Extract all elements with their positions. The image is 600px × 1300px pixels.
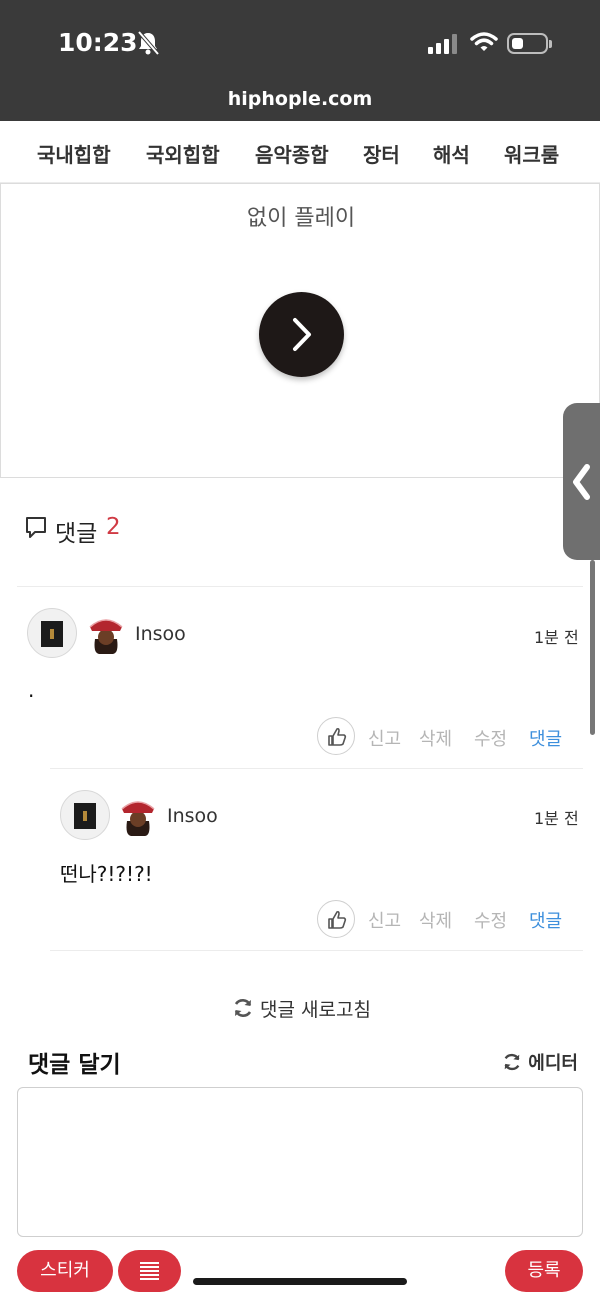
edit-link[interactable]: 수정 — [474, 907, 507, 933]
comment-time: 1분 전 — [534, 809, 579, 828]
chevron-left-icon — [573, 464, 590, 500]
divider — [50, 768, 583, 769]
sticker-button[interactable]: 스티커 — [17, 1250, 113, 1292]
editor-toggle-button[interactable]: 에디터 — [502, 1049, 578, 1075]
comments-count: 2 — [106, 514, 121, 540]
cellular-signal-icon — [428, 34, 457, 54]
reply-link[interactable]: 댓글 — [529, 907, 562, 933]
editor-label: 에디터 — [528, 1053, 578, 1074]
menu-lines-icon — [140, 1262, 159, 1280]
thumbs-up-icon — [328, 910, 347, 929]
like-button[interactable] — [317, 900, 355, 938]
user-badge-icon — [89, 619, 123, 654]
chevron-right-icon — [293, 318, 311, 351]
list-menu-button[interactable] — [118, 1250, 181, 1292]
submit-button[interactable]: 등록 — [505, 1250, 583, 1292]
nav-item-domestic-hiphop[interactable]: 국내힙합 — [37, 139, 111, 168]
battery-icon — [507, 33, 552, 54]
home-indicator[interactable] — [193, 1278, 407, 1285]
nav-item-foreign-hiphop[interactable]: 국외힙합 — [146, 139, 220, 168]
user-badge-icon — [121, 801, 155, 836]
wifi-icon — [470, 32, 498, 51]
refresh-icon — [504, 1053, 520, 1071]
comment-time: 1분 전 — [534, 628, 579, 647]
comment-bubble-icon — [26, 517, 46, 538]
avatar[interactable] — [27, 608, 77, 658]
side-drawer-tab[interactable] — [563, 403, 600, 560]
divider — [17, 586, 583, 587]
comment-username[interactable]: Insoo — [167, 805, 218, 827]
report-link[interactable]: 신고 — [368, 907, 401, 933]
comment-text: . — [28, 678, 35, 702]
delete-link[interactable]: 삭제 — [419, 725, 452, 751]
main-nav: 국내힙합 국외힙합 음악종합 장터 해석 워크룸 — [0, 121, 600, 183]
thumbs-up-icon — [328, 727, 347, 746]
browser-top-bar: 10:23 hiphople.com — [0, 0, 600, 121]
comment-username[interactable]: Insoo — [135, 623, 186, 645]
refresh-comments-button[interactable]: 댓글 새로고침 — [232, 995, 371, 1022]
nav-item-translation[interactable]: 해석 — [433, 139, 470, 168]
address-bar-url[interactable]: hiphople.com — [0, 88, 600, 110]
scrollbar[interactable] — [590, 560, 595, 735]
divider — [50, 950, 583, 951]
nav-item-market[interactable]: 장터 — [363, 139, 400, 168]
next-play-button[interactable] — [259, 292, 344, 377]
avatar[interactable] — [60, 790, 110, 840]
write-comment-heading: 댓글 달기 — [28, 1052, 121, 1078]
comments-heading: 댓글 — [55, 521, 98, 547]
like-button[interactable] — [317, 717, 355, 755]
edit-link[interactable]: 수정 — [474, 725, 507, 751]
nav-item-workroom[interactable]: 워크룸 — [504, 139, 559, 168]
nav-item-music-general[interactable]: 음악종합 — [255, 139, 329, 168]
silent-bell-icon — [137, 30, 160, 56]
comment-text: 떤나?!?!?! — [60, 862, 153, 886]
comment-textarea[interactable] — [17, 1087, 583, 1237]
embedded-player: 없이 플레이 — [0, 183, 600, 478]
delete-link[interactable]: 삭제 — [419, 907, 452, 933]
player-title: 없이 플레이 — [246, 206, 356, 231]
refresh-comments-label: 댓글 새로고침 — [260, 999, 371, 1021]
refresh-icon — [234, 999, 252, 1017]
report-link[interactable]: 신고 — [368, 725, 401, 751]
reply-link[interactable]: 댓글 — [529, 725, 562, 751]
status-time: 10:23 — [58, 28, 138, 57]
